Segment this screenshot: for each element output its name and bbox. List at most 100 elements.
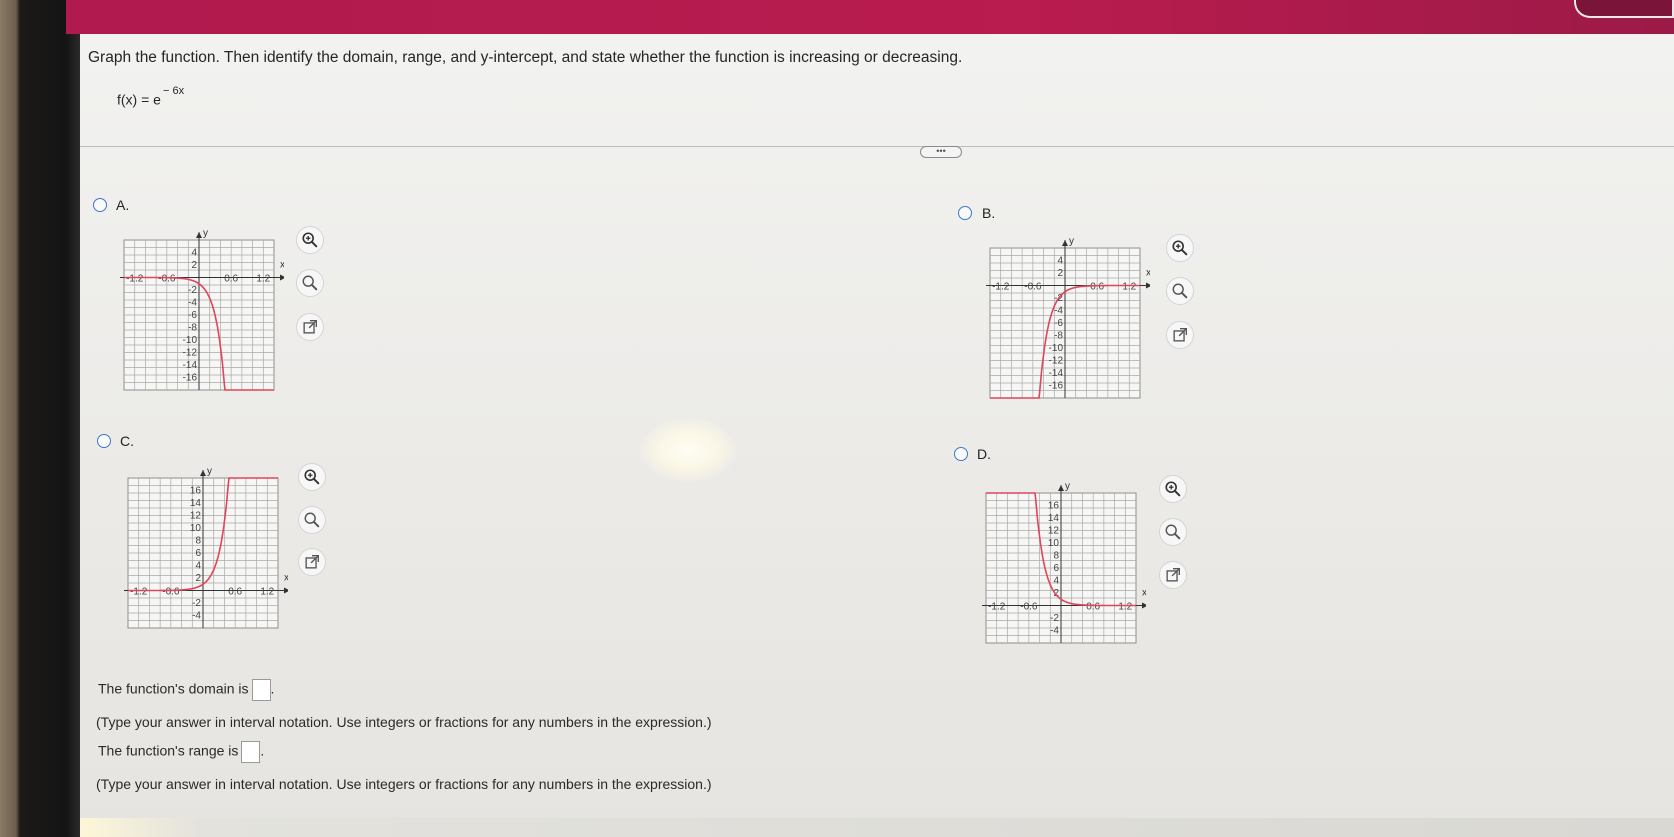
x-tick-label: -0.6 [1020, 602, 1038, 613]
option-a-radio[interactable] [93, 198, 107, 212]
y-tick-label: -12 [1049, 356, 1064, 367]
option-c-radio[interactable] [97, 434, 111, 448]
range-answer-input[interactable] [241, 741, 261, 763]
x-tick-label: 1.2 [256, 274, 270, 285]
x-tick-label: 0.6 [1086, 602, 1100, 613]
y-tick-label: 2 [1057, 268, 1063, 279]
option-b-popout-button[interactable] [1166, 321, 1194, 349]
x-tick-label: 0.6 [1090, 282, 1104, 293]
option-d-zoom-in-button[interactable] [1159, 475, 1187, 503]
option-d-graph: x y -1.2 -0.6 0.6 1.2 16 14 12 10 8 6 4 2 -2 -4 [966, 475, 1146, 650]
zoom-out-icon [303, 511, 321, 529]
y-tick-label: 10 [190, 523, 202, 534]
option-d-popout-button[interactable] [1159, 561, 1187, 589]
y-tick-label: 8 [195, 536, 201, 547]
x-tick-label: -0.6 [162, 587, 180, 598]
zoom-in-icon [301, 231, 319, 249]
x-axis-arrow [1142, 602, 1146, 609]
external-link-icon [301, 318, 319, 336]
y-tick-label: -4 [1054, 306, 1063, 317]
y-axis-label: y [203, 228, 208, 239]
top-banner-tab[interactable] [1574, 0, 1674, 18]
y-tick-label: 14 [190, 498, 202, 509]
option-a-zoom-out-button[interactable] [296, 269, 324, 297]
zoom-out-icon [301, 274, 319, 292]
y-axis-label: y [207, 466, 212, 477]
screen-glare [640, 418, 736, 482]
range-hint: (Type your answer in interval notation. … [96, 776, 712, 792]
y-tick-label: -10 [183, 335, 198, 346]
x-tick-label: -1.2 [988, 602, 1006, 613]
y-tick-label: 8 [1053, 551, 1059, 562]
y-tick-label: -2 [1050, 613, 1059, 624]
option-b-zoom-out-button[interactable] [1166, 277, 1194, 305]
zoom-in-icon [1164, 480, 1182, 498]
x-axis-label: x [284, 573, 288, 584]
x-tick-label: -0.6 [158, 274, 176, 285]
y-tick-label: -8 [188, 323, 197, 334]
option-b-radio[interactable] [958, 206, 972, 220]
y-axis-label: y [1065, 481, 1070, 492]
y-tick-label: 4 [191, 248, 197, 259]
x-tick-label: -1.2 [126, 274, 144, 285]
y-tick-label: -10 [1049, 343, 1064, 354]
zoom-out-icon [1164, 523, 1182, 541]
x-axis-arrow [280, 274, 284, 281]
y-tick-label: 10 [1048, 538, 1060, 549]
option-c-zoom-in-button[interactable] [298, 463, 326, 491]
option-a-zoom-in-button[interactable] [296, 226, 324, 254]
x-tick-label: 0.6 [224, 274, 238, 285]
option-a-popout-button[interactable] [296, 313, 324, 341]
zoom-in-icon [303, 468, 321, 486]
y-tick-label: 2 [191, 260, 197, 271]
bottom-strip [80, 818, 1674, 837]
range-prompt: The function's range is. [98, 741, 264, 763]
option-b-zoom-in-button[interactable] [1166, 234, 1194, 262]
y-tick-label: 14 [1048, 513, 1060, 524]
graph-b-svg: xy-1.2 -0.6 0.6 1.242-2-4-6-8-10-12-14-16 [986, 236, 1150, 399]
y-tick-label: -4 [1050, 626, 1059, 637]
section-divider [80, 146, 1674, 147]
graph-c-svg: x y -1.2 -0.6 0.6 1.2 1614 1210 86 42 -2 -4 [124, 466, 288, 629]
external-link-icon [303, 553, 321, 571]
option-a-graph: x y -1.2 -0.6 0.6 1.2 4 2 -2 -4 -6 -8 -10 -12 -14 -16 [104, 222, 284, 397]
y-tick-label: 2 [195, 573, 201, 584]
y-tick-label: -12 [183, 348, 198, 359]
x-tick-label: -1.2 [130, 587, 148, 598]
x-tick-label: 0.6 [228, 587, 242, 598]
external-link-icon [1164, 566, 1182, 584]
top-banner [66, 0, 1674, 34]
y-axis-arrow [200, 470, 206, 476]
function-exponent: − 6x [162, 85, 185, 97]
option-d-label: D. [977, 446, 991, 462]
option-b-graph: x y -1.2 -0.6 0.6 1.2 4 2 -2 -4 -6 -8 -10 -12 -14 -16 [970, 230, 1150, 405]
option-c-graph: x y -1.2 -0.6 0.6 1.2 16 14 12 10 8 6 4 2 -2 -4 [108, 460, 288, 635]
domain-answer-input[interactable] [251, 679, 271, 701]
y-tick-label: 12 [1048, 526, 1060, 537]
y-tick-label: 12 [190, 511, 202, 522]
function-expression: f(x) = e− 6x [117, 85, 184, 108]
external-link-icon [1171, 326, 1189, 344]
question-text: Graph the function. Then identify the do… [88, 49, 963, 66]
y-tick-label: -2 [192, 598, 201, 609]
y-tick-label: -2 [188, 285, 197, 296]
monitor-bezel [0, 0, 80, 837]
y-axis-arrow [1062, 240, 1068, 246]
y-tick-label: 6 [195, 548, 201, 559]
option-c-label: C. [120, 433, 134, 449]
x-tick-label: 1.2 [1122, 282, 1136, 293]
zoom-in-icon [1171, 239, 1189, 257]
range-label: The function's range is [98, 742, 239, 759]
option-d-zoom-out-button[interactable] [1159, 518, 1187, 546]
y-tick-label: -4 [188, 298, 197, 309]
expand-more-button[interactable]: ••• [920, 146, 962, 158]
y-tick-label: -16 [1049, 381, 1064, 392]
y-tick-label: 4 [1053, 576, 1059, 587]
x-tick-label: 1.2 [1118, 602, 1132, 613]
y-tick-label: 6 [1053, 563, 1059, 574]
option-c-popout-button[interactable] [298, 548, 326, 576]
option-c-zoom-out-button[interactable] [298, 506, 326, 534]
y-tick-label: 4 [195, 561, 201, 572]
option-d-radio[interactable] [954, 447, 968, 461]
option-a-label: A. [116, 197, 130, 213]
